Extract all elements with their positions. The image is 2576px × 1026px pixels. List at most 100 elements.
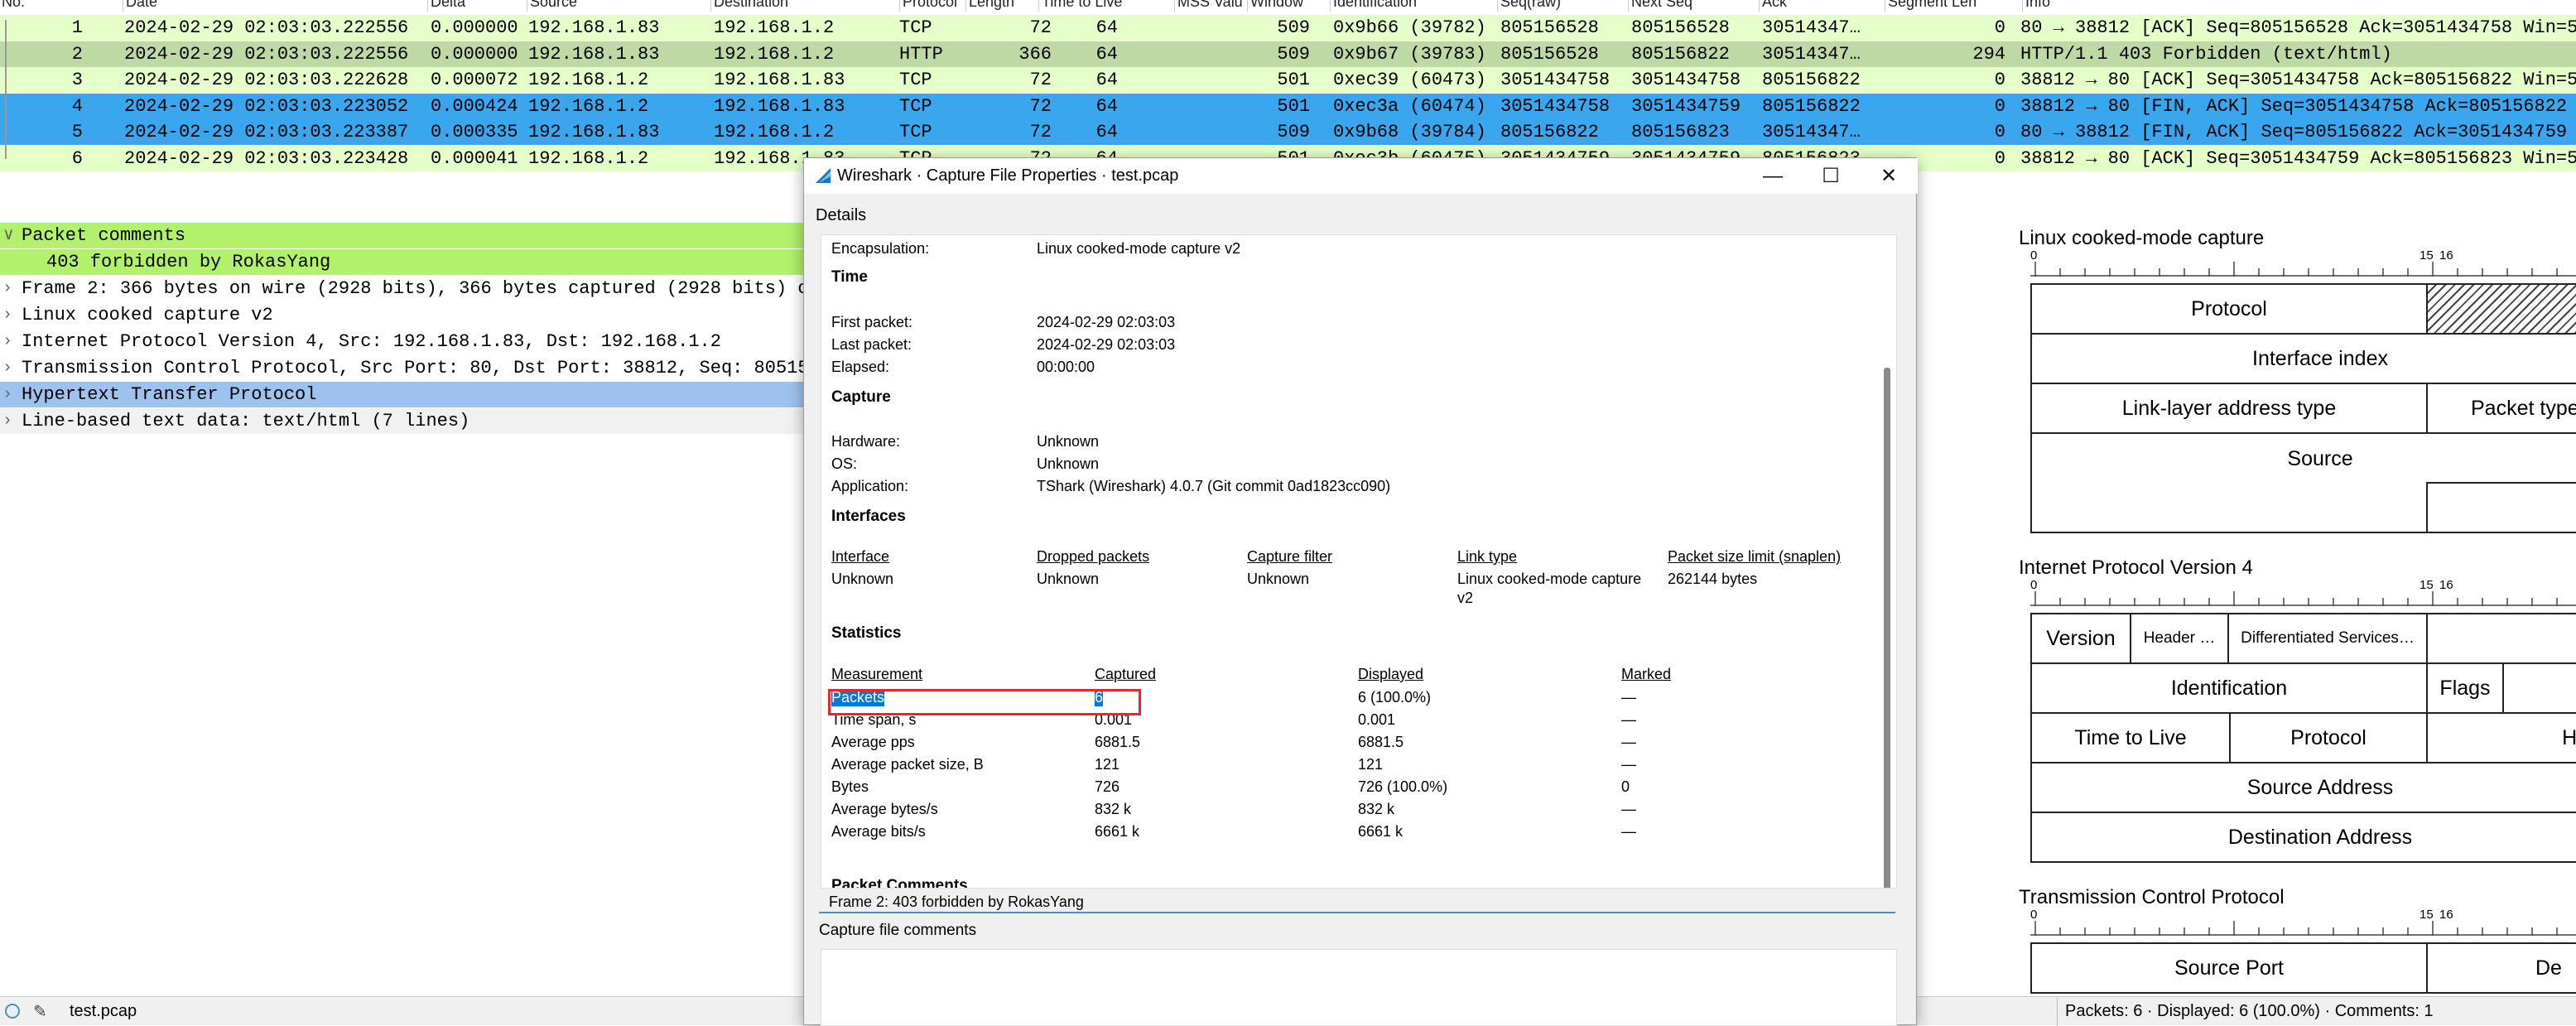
packet-row[interactable]: 5 2024-02-29 02:03:03.223387 0.000335 192.1… [0, 119, 2576, 145]
stat-cell: 832 k [1358, 801, 1395, 817]
detail-tree-item[interactable]: › Frame 2: 366 bytes on wire (2928 bits),… [0, 276, 809, 301]
status-packet-stats: Packets: 6 · Displayed: 6 (100.0%) · Com… [2065, 1002, 2434, 1020]
expert-info-icon[interactable] [5, 1004, 20, 1019]
maximize-button[interactable]: ☐ [1802, 158, 1860, 194]
diagram-cell[interactable]: Protocol [2229, 712, 2428, 763]
column-divider[interactable] [1759, 0, 1760, 12]
detail-item-label: Transmission Control Protocol, Src Port:… [22, 358, 809, 378]
packet-row[interactable]: 3 2024-02-29 02:03:03.222628 0.000072 192.1… [0, 67, 2576, 93]
diagram-cell[interactable]: Destination Address [2030, 812, 2576, 863]
ruler-next: 16 [2439, 248, 2453, 263]
diagram-cell[interactable]: Source [2030, 432, 2576, 484]
diagram-cell[interactable]: Flags [2426, 662, 2504, 714]
stat-cell: — [1621, 734, 1636, 750]
column-header[interactable]: Seq(raw) [1500, 0, 1561, 10]
detail-tree-item[interactable]: › Internet Protocol Version 4, Src: 192.1… [0, 329, 807, 354]
expand-chevron-icon[interactable]: ∨ [2, 223, 15, 248]
diagram-cell[interactable]: Source Port [2030, 942, 2428, 994]
packet-cell-nextseq: 3051434758 [1631, 70, 1741, 90]
detail-tree-item[interactable]: 403 forbidden by RokasYang [0, 249, 807, 275]
diagram-cell[interactable]: Source Address [2030, 762, 2576, 813]
column-header[interactable]: Segment Len [1888, 0, 1977, 10]
column-divider[interactable] [2022, 0, 2023, 12]
close-button[interactable]: ✕ [1860, 158, 1918, 194]
stat-col-measurement: Measurement [831, 666, 923, 682]
detail-tree-item[interactable]: › Linux cooked capture v2 [0, 302, 807, 328]
column-divider[interactable] [1330, 0, 1331, 12]
diagram-cell-fragment[interactable] [2502, 662, 2576, 714]
detail-tree-item[interactable]: › Hypertext Transfer Protocol [0, 382, 807, 407]
detail-tree-item[interactable]: › Transmission Control Protocol, Src Port… [0, 355, 809, 381]
packet-row[interactable]: 4 2024-02-29 02:03:03.223052 0.000424 192.1… [0, 93, 2576, 119]
column-header[interactable]: Delta [431, 0, 465, 10]
splitter-handle[interactable] [819, 912, 1895, 913]
column-divider[interactable] [1497, 0, 1498, 12]
packet-row[interactable]: 1 2024-02-29 02:03:03.222556 0.000000 192.1… [0, 15, 2576, 41]
details-text-area[interactable]: Encapsulation: Linux cooked-mode capture… [821, 234, 1897, 889]
detail-tree-item[interactable]: › Line-based text data: text/html (7 line… [0, 408, 807, 434]
diagram-cell[interactable]: Interface index [2030, 333, 2576, 384]
column-header[interactable]: Identification [1333, 0, 1417, 10]
elapsed-label: Elapsed: [831, 359, 890, 375]
expand-chevron-icon[interactable]: › [2, 382, 12, 407]
packet-row[interactable]: 2 2024-02-29 02:03:03.222556 0.000000 192.1… [0, 41, 2576, 67]
column-header[interactable]: Ack [1762, 0, 1787, 10]
column-header[interactable]: Next Seq [1631, 0, 1692, 10]
expand-chevron-icon[interactable]: › [2, 355, 12, 381]
diagram-cell[interactable]: Identification [2030, 662, 2428, 714]
column-divider[interactable] [1628, 0, 1629, 12]
packet-details-pane[interactable]: ∨ Packet comments 403 forbidden by RokasYa… [0, 223, 809, 438]
stat-cell: 726 (100.0%) [1358, 778, 1448, 795]
packet-cell-delta: 0.000000 [431, 17, 518, 38]
column-divider[interactable] [710, 0, 711, 12]
column-divider[interactable] [1247, 0, 1248, 12]
column-divider[interactable] [427, 0, 428, 12]
dialog-titlebar[interactable]: Wireshark · Capture File Properties · te… [804, 158, 1918, 194]
packet-list[interactable]: No. Date Delta Source Destination Protocol Len… [0, 0, 2576, 181]
detail-item-label: Linux cooked capture v2 [22, 305, 273, 325]
column-header[interactable]: Window [1250, 0, 1303, 10]
diagram-cell[interactable]: T [2426, 613, 2576, 664]
diagram-cell[interactable]: Header … [2130, 613, 2229, 664]
column-header[interactable]: Length [969, 0, 1014, 10]
packet-cell-win: 509 [1277, 17, 1310, 38]
diagram-cell[interactable]: Packet type [2426, 383, 2576, 434]
expand-chevron-icon[interactable]: › [2, 276, 12, 301]
packet-cell-dst: 192.168.1.83 [714, 95, 845, 117]
expand-chevron-icon[interactable]: › [2, 302, 12, 328]
if-dropped: Unknown [1037, 571, 1100, 587]
expand-chevron-icon[interactable]: › [2, 329, 12, 354]
diagram-cell[interactable]: Differentiated Services… [2227, 613, 2428, 664]
column-header[interactable]: Info [2025, 0, 2050, 10]
packet-cell-seglen: 0 [1994, 95, 2005, 117]
minimize-button[interactable]: — [1744, 158, 1802, 194]
column-header[interactable]: Source [530, 0, 577, 10]
diagram-cell[interactable]: Version [2030, 613, 2131, 664]
capture-comments-input[interactable] [821, 949, 1897, 1026]
diagram-cell[interactable]: Time to Live [2030, 712, 2231, 763]
column-header[interactable]: Time to Live [1042, 0, 1122, 10]
ruler-start: 0 [2030, 908, 2038, 922]
edit-comment-icon[interactable]: ✎ [33, 1001, 47, 1022]
column-divider[interactable] [1038, 0, 1039, 12]
column-divider[interactable] [965, 0, 966, 12]
scrollbar-thumb[interactable] [1884, 368, 1890, 888]
conversation-bracket [5, 20, 7, 159]
column-header[interactable]: MSS Valu [1177, 0, 1243, 10]
details-scrollbar[interactable] [1883, 235, 1891, 888]
column-header[interactable]: No. [2, 0, 25, 10]
column-header[interactable]: Protocol [903, 0, 957, 10]
diagram-cell[interactable]: Hea [2426, 712, 2576, 763]
detail-item-label: Hypertext Transfer Protocol [22, 384, 317, 405]
diagram-cell[interactable]: Protocol [2030, 283, 2428, 335]
column-header[interactable]: Destination [714, 0, 788, 10]
packet-cell-ident: 0x9b67 (39783) [1333, 43, 1486, 65]
diagram-cell[interactable]: Link-layer address type [2030, 383, 2428, 434]
detail-tree-item[interactable]: ∨ Packet comments [0, 223, 807, 248]
highlight-box [828, 689, 1141, 715]
column-divider[interactable] [899, 0, 900, 12]
diagram-cell[interactable]: De [2426, 942, 2576, 994]
column-divider[interactable] [1174, 0, 1175, 12]
column-header[interactable]: Date [126, 0, 157, 10]
expand-chevron-icon[interactable]: › [2, 408, 12, 434]
